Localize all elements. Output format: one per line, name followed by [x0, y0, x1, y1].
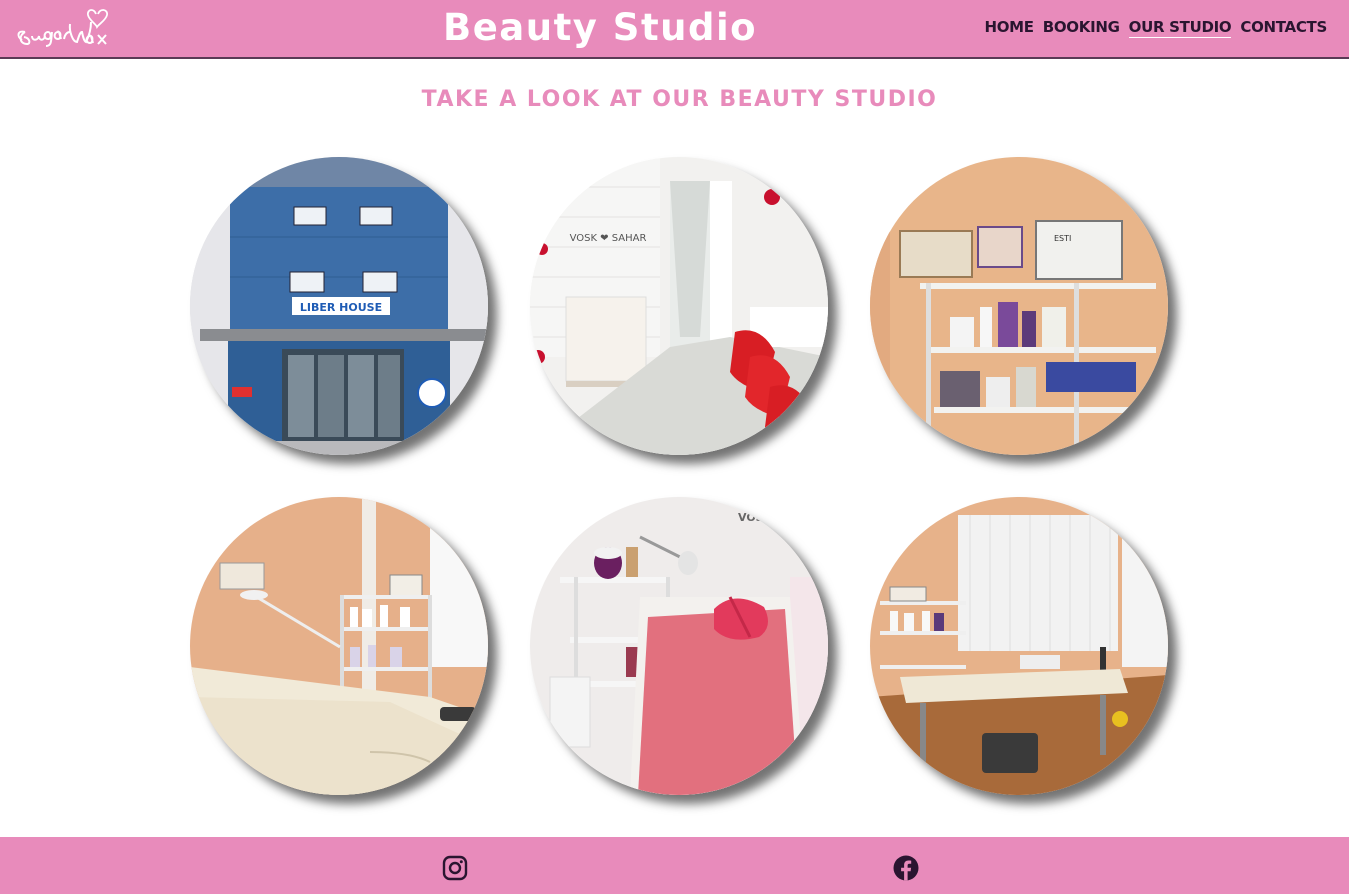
nav-contacts-link[interactable]: CONTACTS [1240, 18, 1327, 38]
site-footer [0, 837, 1349, 894]
gallery-photo-shelves[interactable]: ESTI [870, 157, 1168, 455]
wax-station-image: VOSK [530, 497, 828, 795]
wall-sign-text: VOSK [738, 511, 773, 524]
page-heading: TAKE A LOOK AT OUR BEAUTY STUDIO [421, 87, 938, 112]
site-header: Beauty Studio HOME BOOKING OUR STUDIO CO… [0, 0, 1349, 59]
gallery-photo-treatment-room[interactable] [190, 497, 488, 795]
site-title: Beauty Studio [443, 6, 758, 49]
window-room-image [870, 497, 1168, 795]
building-exterior-image: LIBER HOUSE [190, 157, 488, 455]
gallery-photo-reception[interactable]: VOSK ❤ SAHAR [530, 157, 828, 455]
supply-shelves-image: ESTI [870, 157, 1168, 455]
nav-booking-link[interactable]: BOOKING [1043, 18, 1120, 38]
gallery-photo-wax-station[interactable]: VOSK [530, 497, 828, 795]
treatment-room-image [190, 497, 488, 795]
main-nav: HOME BOOKING OUR STUDIO CONTACTS [984, 18, 1327, 38]
gallery-photo-window-room[interactable] [870, 497, 1168, 795]
nav-home-link[interactable]: HOME [984, 18, 1034, 38]
facebook-icon[interactable] [893, 855, 919, 881]
studio-sign-text: VOSK ❤ SAHAR [570, 233, 647, 244]
instagram-icon[interactable] [442, 855, 468, 881]
logo-image [17, 9, 108, 47]
certificate-text: ESTI [1054, 234, 1071, 243]
gallery-photo-building[interactable]: LIBER HOUSE [190, 157, 488, 455]
nav-our-studio-link[interactable]: OUR STUDIO [1128, 18, 1232, 38]
building-sign-text: LIBER HOUSE [300, 301, 382, 314]
reception-corridor-image: VOSK ❤ SAHAR [530, 157, 828, 455]
logo[interactable] [12, 2, 116, 54]
